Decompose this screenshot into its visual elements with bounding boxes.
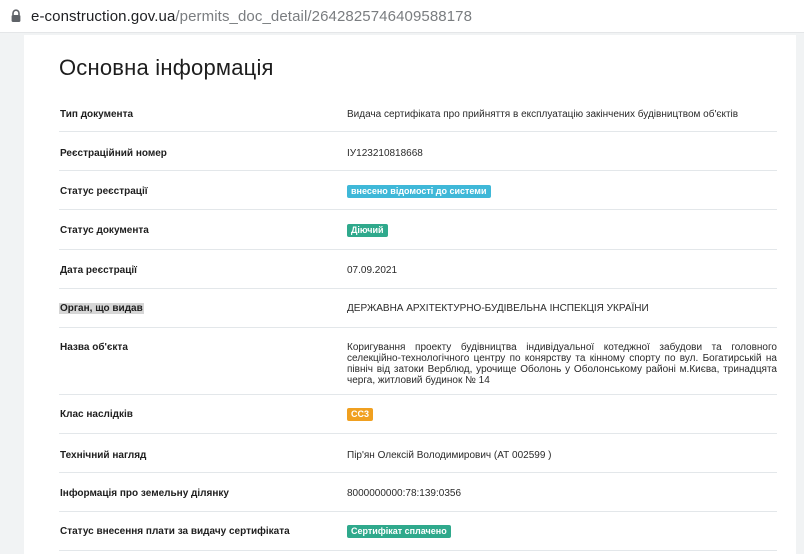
payment-badge: Сертифікат сплачено	[347, 525, 451, 538]
lock-icon[interactable]	[9, 9, 23, 23]
page-content: Основна інформація Тип документа Видача …	[0, 33, 804, 554]
row-label: Назва об'єкта	[60, 342, 128, 353]
info-card: Основна інформація Тип документа Видача …	[24, 35, 796, 554]
address-bar[interactable]: e-construction.gov.ua/permits_doc_detail…	[0, 0, 804, 33]
row-label: Статус реєстрації	[60, 186, 148, 197]
row-issuing-authority: Орган, що видав ДЕРЖАВНА АРХІТЕКТУРНО-БУ…	[59, 289, 777, 328]
row-label: Клас наслідків	[60, 409, 133, 420]
row-consequence-class: Клас наслідків СС3	[59, 395, 777, 434]
row-land-plot-info: Інформація про земельну ділянку 80000000…	[59, 473, 777, 512]
section-title: Основна інформація	[59, 55, 274, 80]
row-value: Коригування проекту будівництва індивіду…	[347, 342, 777, 386]
row-value: ІУ123210818668	[347, 148, 423, 159]
row-registration-date: Дата реєстрації 07.09.2021	[59, 250, 777, 289]
row-registration-number: Реєстраційний номер ІУ123210818668	[59, 132, 777, 171]
row-object-name: Назва об'єкта Коригування проекту будівн…	[59, 328, 777, 395]
row-label: Інформація про земельну ділянку	[60, 488, 229, 499]
row-document-status: Статус документа Діючий	[59, 210, 777, 250]
row-technical-supervision: Технічний нагляд Пір'ян Олексій Володими…	[59, 434, 777, 473]
row-value: 07.09.2021	[347, 265, 398, 276]
row-label: Статус внесення плати за видачу сертифік…	[60, 526, 290, 537]
status-badge: Діючий	[347, 224, 388, 237]
row-registration-status: Статус реєстрації внесено відомості до с…	[59, 171, 777, 210]
row-label: Технічний нагляд	[60, 450, 147, 461]
row-label: Дата реєстрації	[60, 265, 137, 276]
row-document-type: Тип документа Видача сертифіката про при…	[59, 92, 777, 132]
row-value: Пір'ян Олексій Володимирович (АТ 002599 …	[347, 450, 552, 461]
url-path: /permits_doc_detail/2642825746409588178	[175, 7, 473, 25]
url-host: e-construction.gov.ua	[31, 7, 176, 25]
row-label: Статус документа	[60, 225, 149, 236]
url-text[interactable]: e-construction.gov.ua/permits_doc_detail…	[31, 8, 472, 25]
row-label: Тип документа	[60, 109, 134, 120]
row-value: ДЕРЖАВНА АРХІТЕКТУРНО-БУДІВЕЛЬНА ІНСПЕКЦ…	[347, 303, 649, 314]
status-badge: внесено відомості до системи	[347, 185, 491, 198]
row-label: Реєстраційний номер	[60, 148, 167, 159]
row-payment-status: Статус внесення плати за видачу сертифік…	[59, 512, 777, 551]
row-label: Орган, що видав	[59, 303, 144, 314]
row-value: Видача сертифіката про прийняття в експл…	[347, 109, 739, 120]
class-badge: СС3	[347, 408, 374, 421]
row-value: 8000000000:78:139:0356	[347, 488, 462, 499]
